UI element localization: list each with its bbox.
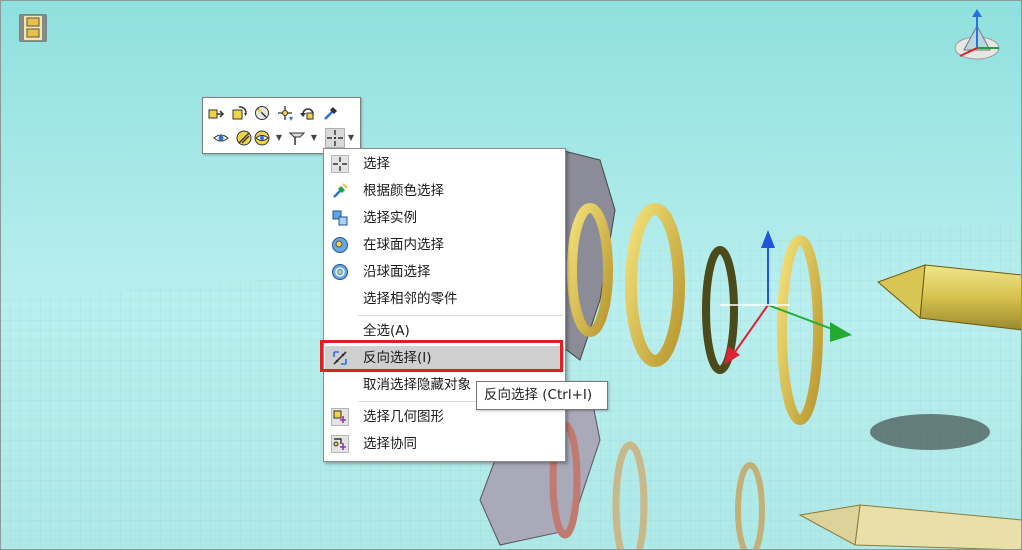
menu-item-select-adjacent-parts[interactable]: 选择相邻的零件 bbox=[325, 287, 564, 312]
rotate-component-icon[interactable] bbox=[229, 103, 249, 123]
select-dropdown-icon[interactable]: ▼ bbox=[347, 130, 355, 146]
menu-item-label: 选择相邻的零件 bbox=[363, 291, 458, 307]
hide-show-toggle-icon[interactable] bbox=[234, 128, 254, 148]
menu-item-label: 根据颜色选择 bbox=[363, 183, 444, 199]
menu-item-label: 选择几何图形 bbox=[363, 409, 444, 425]
highlight-annotation-frame bbox=[320, 340, 563, 372]
select-cursor-icon bbox=[331, 155, 349, 173]
3d-viewport[interactable]: ▼ ▼ ▼ 选择 根据颜色选择 选择实例 在球面内选择 沿球面选择 选择相邻的零… bbox=[0, 0, 1022, 550]
invert-selection-tooltip: 反向选择 (Ctrl+I) bbox=[476, 381, 608, 410]
sphere-inside-icon bbox=[331, 236, 349, 254]
undo-rotate-icon[interactable] bbox=[298, 103, 318, 123]
menu-item-select-inside-sphere[interactable]: 在球面内选择 bbox=[325, 233, 564, 258]
appearance-eye-icon[interactable] bbox=[252, 128, 272, 148]
view-orientation-triad-icon[interactable] bbox=[952, 8, 1002, 63]
color-picker-icon[interactable] bbox=[321, 103, 341, 123]
menu-item-label: 选择实例 bbox=[363, 210, 417, 226]
menu-item-label: 选择 bbox=[363, 156, 390, 172]
menu-item-label: 在球面内选择 bbox=[363, 237, 444, 253]
color-select-icon bbox=[331, 182, 349, 200]
mates-select-icon bbox=[331, 435, 349, 453]
menu-item-label: 选择协同 bbox=[363, 436, 417, 452]
selection-filter-icon[interactable] bbox=[252, 103, 272, 123]
context-toolbar: ▼ ▼ ▼ bbox=[202, 97, 361, 154]
select-tool-icon[interactable] bbox=[325, 128, 345, 148]
geometry-select-icon bbox=[331, 408, 349, 426]
instances-select-icon bbox=[331, 209, 349, 227]
sphere-along-icon bbox=[331, 263, 349, 281]
menu-item-select-by-color[interactable]: 根据颜色选择 bbox=[325, 179, 564, 204]
menu-item-select-along-sphere[interactable]: 沿球面选择 bbox=[325, 260, 564, 285]
menu-item-select[interactable]: 选择 bbox=[325, 152, 564, 177]
select-dropdown-menu: 选择 根据颜色选择 选择实例 在球面内选择 沿球面选择 选择相邻的零件 全选(A… bbox=[323, 148, 566, 462]
menu-item-label: 取消选择隐藏对象 bbox=[363, 377, 471, 393]
menu-item-select-instances[interactable]: 选择实例 bbox=[325, 206, 564, 231]
show-hide-eye-icon[interactable] bbox=[211, 128, 231, 148]
menu-separator bbox=[358, 315, 563, 316]
section-dropdown-icon[interactable]: ▼ bbox=[310, 130, 318, 146]
section-view-icon[interactable] bbox=[287, 128, 307, 148]
menu-item-select-mates[interactable]: 选择协同 bbox=[325, 432, 564, 457]
menu-item-label: 沿球面选择 bbox=[363, 264, 431, 280]
tooltip-text: 反向选择 (Ctrl+I) bbox=[484, 387, 593, 403]
filmstrip-icon[interactable] bbox=[18, 13, 48, 43]
smart-mate-icon[interactable] bbox=[275, 103, 295, 123]
move-component-icon[interactable] bbox=[206, 103, 226, 123]
appearance-dropdown-icon[interactable]: ▼ bbox=[275, 130, 283, 146]
